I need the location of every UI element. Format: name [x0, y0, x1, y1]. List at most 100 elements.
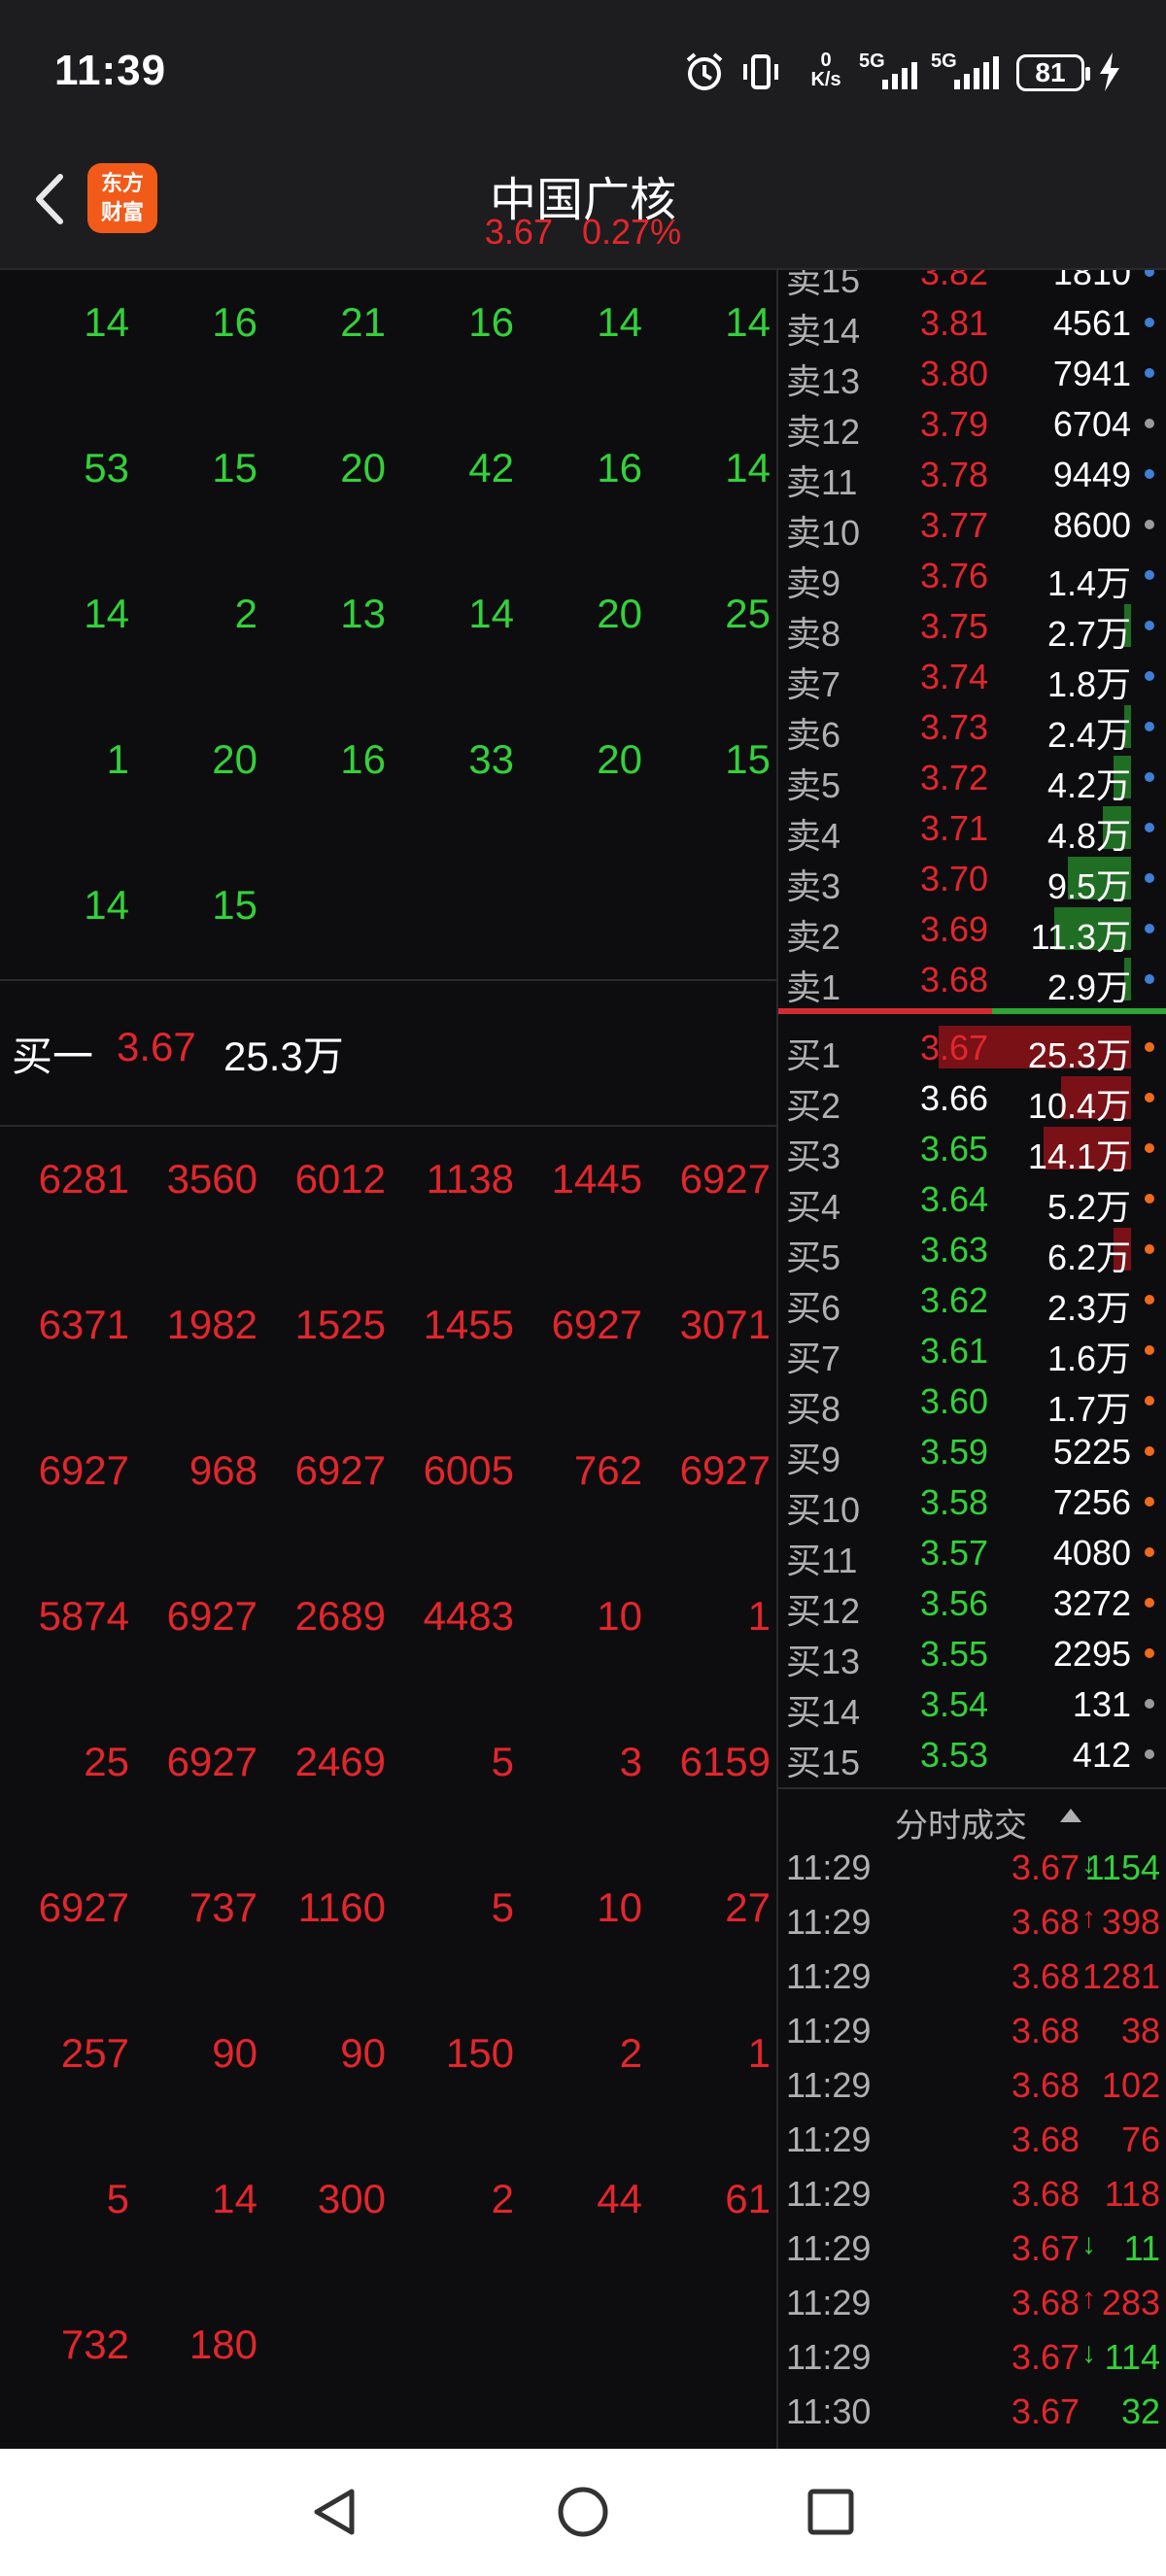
- sell-level-price: 3.82: [920, 270, 989, 292]
- stock-change-pct: 0.27%: [582, 212, 682, 252]
- buy-level-volume: 6.2万: [1046, 1237, 1131, 1277]
- buy-level-label: 买15: [786, 1743, 861, 1782]
- queue-order-size: 14: [725, 299, 771, 345]
- buy-level-row[interactable]: 买9 3.59 5225: [778, 1426, 1166, 1479]
- buy-level-label: 买8: [786, 1389, 841, 1429]
- sell-level-label: 卖8: [786, 614, 841, 654]
- queue-order-size: 4483: [423, 1593, 514, 1639]
- signal-5g-icon-2: 5G: [931, 51, 999, 93]
- buy-level-volume: 5.2万: [1046, 1187, 1131, 1227]
- level-dot-icon: [1145, 368, 1154, 378]
- sell-level-row[interactable]: 卖11 3.78 9449: [778, 449, 1166, 502]
- sell-level-row[interactable]: 卖2 3.69 11.3万: [778, 903, 1166, 957]
- sell-level-row[interactable]: 卖4 3.71 4.8万: [778, 802, 1166, 856]
- ticks-header[interactable]: 分时成交: [778, 1787, 1166, 1845]
- queue-row: 257 90 90 150 2 1: [0, 2030, 777, 2088]
- sell-level-row[interactable]: 卖13 3.80 7941: [778, 348, 1166, 401]
- queue-order-size: 16: [597, 445, 642, 491]
- sell-level-row[interactable]: 卖5 3.72 4.2万: [778, 752, 1166, 805]
- divider: [0, 1125, 777, 1127]
- tick-time: 11:29: [786, 1902, 872, 1942]
- buy-level-row[interactable]: 买7 3.61 1.6万: [778, 1325, 1166, 1378]
- caret-up-icon[interactable]: [1060, 1809, 1081, 1822]
- queue-order-size: 14: [84, 591, 129, 636]
- sell-level-price: 3.71: [920, 808, 989, 848]
- tick-row: 11:29 3.68 102: [778, 2059, 1166, 2114]
- buy-level-row[interactable]: 买6 3.62 2.3万: [778, 1274, 1166, 1328]
- queue-order-size: 14: [468, 591, 514, 636]
- buy-level-row[interactable]: 买11 3.57 4080: [778, 1527, 1166, 1580]
- sell-level-label: 卖10: [786, 513, 861, 553]
- buy-level-row[interactable]: 买14 3.54 131: [778, 1678, 1166, 1732]
- buy-level-row[interactable]: 买5 3.63 6.2万: [778, 1224, 1166, 1277]
- tick-price: 3.68: [1011, 2065, 1080, 2105]
- tick-price: 3.68: [1011, 2174, 1080, 2214]
- buy-level-label: 买4: [786, 1187, 841, 1227]
- sell-level-volume: 8600: [1052, 505, 1131, 545]
- tick-row: 11:29 3.68 ↑ 398: [778, 1896, 1166, 1950]
- sell-level-row[interactable]: 卖6 3.73 2.4万: [778, 701, 1166, 755]
- queue-order-size: 90: [340, 2030, 386, 2076]
- tick-price: 3.67: [1011, 2391, 1080, 2431]
- queue-order-size: 5: [491, 1739, 514, 1784]
- sell-level-price: 3.75: [920, 606, 989, 646]
- buy-level-label: 买2: [786, 1086, 841, 1126]
- sell-level-row[interactable]: 卖12 3.79 6704: [778, 398, 1166, 452]
- buy-level-price: 3.58: [920, 1482, 989, 1522]
- buy-level-price: 3.57: [920, 1533, 989, 1573]
- buy-level-row[interactable]: 买12 3.56 3272: [778, 1577, 1166, 1631]
- sell-level-row[interactable]: 卖7 3.74 1.8万: [778, 651, 1166, 704]
- buy-level-row[interactable]: 买10 3.58 7256: [778, 1476, 1166, 1530]
- sell-level-row[interactable]: 卖3 3.70 9.5万: [778, 853, 1166, 906]
- buy-level-row[interactable]: 买1 3.67 25.3万: [778, 1022, 1166, 1075]
- queue-order-size: 14: [725, 445, 771, 491]
- sell-level-price: 3.68: [920, 960, 989, 1000]
- sell-level-row[interactable]: 卖10 3.77 8600: [778, 499, 1166, 553]
- tick-row: 11:29 3.68 1281: [778, 1950, 1166, 2005]
- buy-level-price: 3.59: [920, 1432, 989, 1472]
- sell-level-volume: 9449: [1052, 455, 1131, 494]
- buy-level-row[interactable]: 买8 3.60 1.7万: [778, 1375, 1166, 1429]
- order-book-panel[interactable]: 卖15 3.82 1810 卖14 3.81 4561 卖13 3.80 7941 卖12 3.79…: [778, 270, 1166, 2449]
- queue-order-size: 44: [597, 2176, 642, 2221]
- nav-back-icon[interactable]: [301, 2478, 369, 2546]
- buy-level-price: 3.54: [920, 1684, 989, 1724]
- buy-level-price: 3.56: [920, 1583, 989, 1623]
- tick-volume: 398: [1101, 1902, 1160, 1942]
- sell-level-row[interactable]: 卖14 3.81 4561: [778, 297, 1166, 351]
- tick-time: 11:30: [786, 2391, 872, 2431]
- buy-level-volume: 7256: [1052, 1482, 1131, 1522]
- net-speed-indicator: 0 K/s: [810, 50, 841, 90]
- queue-order-size: 6012: [294, 1156, 386, 1202]
- queue-order-size: 20: [212, 736, 257, 782]
- queue-order-size: 180: [189, 2322, 257, 2367]
- sell-level-price: 3.70: [920, 859, 989, 898]
- level-dot-icon: [1145, 873, 1154, 883]
- sell-level-row[interactable]: 卖9 3.76 1.4万: [778, 550, 1166, 603]
- buy-level-volume: 25.3万: [1027, 1035, 1131, 1075]
- sell-level-row[interactable]: 卖1 3.68 2.9万: [778, 954, 1166, 1007]
- sell-level-row[interactable]: 卖8 3.75 2.7万: [778, 600, 1166, 654]
- buy-level-row[interactable]: 买3 3.65 14.1万: [778, 1123, 1166, 1176]
- buy-level-row[interactable]: 买15 3.53 412: [778, 1729, 1166, 1782]
- sell-level-label: 卖9: [786, 563, 841, 603]
- queue-order-size: 762: [573, 1447, 642, 1493]
- nav-recent-icon[interactable]: [797, 2478, 865, 2546]
- tick-price: 3.68: [1011, 2119, 1080, 2159]
- level-dot-icon: [1145, 1749, 1154, 1759]
- sell-level-row[interactable]: 卖15 3.82 1810: [778, 270, 1166, 300]
- queue-order-size: 14: [212, 2176, 257, 2221]
- queue-order-size: 1982: [166, 1302, 257, 1347]
- stock-price: 3.67: [484, 212, 553, 252]
- tick-volume: 102: [1101, 2065, 1160, 2105]
- buy-level-row[interactable]: 买13 3.55 2295: [778, 1628, 1166, 1681]
- queue-order-size: 15: [212, 882, 257, 928]
- sell-level-volume: 1.8万: [1046, 664, 1131, 704]
- level-dot-icon: [1145, 772, 1154, 782]
- buy-level-row[interactable]: 买4 3.64 5.2万: [778, 1173, 1166, 1227]
- buy-level-row[interactable]: 买2 3.66 10.4万: [778, 1072, 1166, 1126]
- nav-home-icon[interactable]: [549, 2478, 617, 2546]
- queue-order-size: 14: [597, 299, 642, 345]
- queue-order-size: 16: [468, 299, 514, 345]
- queue-row: 53 15 20 42 16 14: [0, 445, 777, 503]
